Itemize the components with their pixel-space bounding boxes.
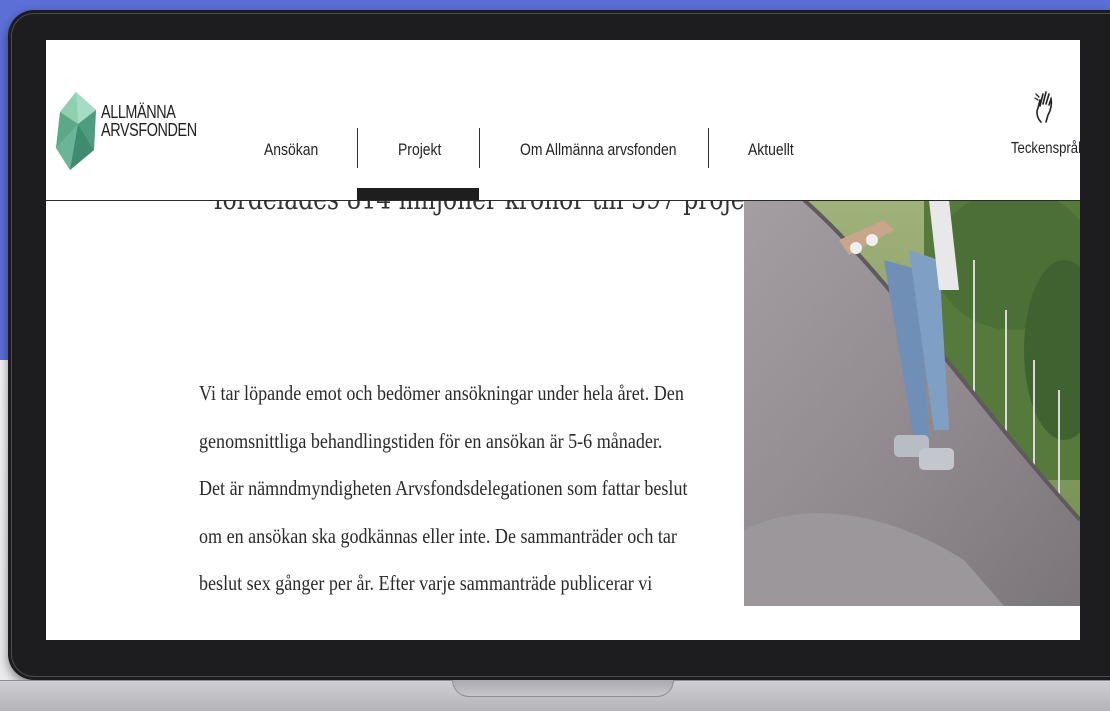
nav-separator [479,128,480,168]
nav-item-projekt[interactable]: Projekt [398,140,441,160]
paragraph-line: om en ansökan ska godkännas eller inte. … [199,523,677,548]
skatepark-photo [744,200,1080,606]
nav-separator [708,128,709,168]
intro-paragraph: Vi tar löpande emot och bedömer ansöknin… [199,370,759,608]
hand-sign-icon[interactable] [1011,88,1080,133]
sign-language-link[interactable]: Teckenspråk [1011,140,1080,158]
paragraph-line: Vi tar löpande emot och bedömer ansöknin… [199,381,684,405]
nav-active-indicator [357,188,479,200]
laptop-screen: ALLMÄNNA ARVSFONDEN Ansökan Projekt Om A… [46,40,1080,640]
paragraph-line: Det är nämndmyndigheten Arvsfondsdelegat… [199,476,688,500]
paragraph-line: genomsnittliga behandlingstiden för en a… [199,428,663,453]
nav-separator [357,128,358,168]
logo-line-2: ARVSFONDEN [101,120,197,140]
logo-text[interactable]: ALLMÄNNA ARVSFONDEN [101,103,197,139]
main-content: fördelades 814 miljoner kronor till 397 … [46,182,1080,640]
nav-item-om-allmanna-arvsfonden[interactable]: Om Allmänna arvsfonden [520,140,677,160]
nav-item-aktuellt[interactable]: Aktuellt [748,140,794,160]
paragraph-line: beslut sex gånger per år. Efter varje sa… [199,571,653,595]
site-header: ALLMÄNNA ARVSFONDEN Ansökan Projekt Om A… [46,40,1080,201]
logo-line-1: ALLMÄNNA [101,102,176,122]
nav-item-ansokan[interactable]: Ansökan [264,140,318,160]
laptop-notch [452,680,674,697]
crystal-logo-icon[interactable] [56,92,100,177]
